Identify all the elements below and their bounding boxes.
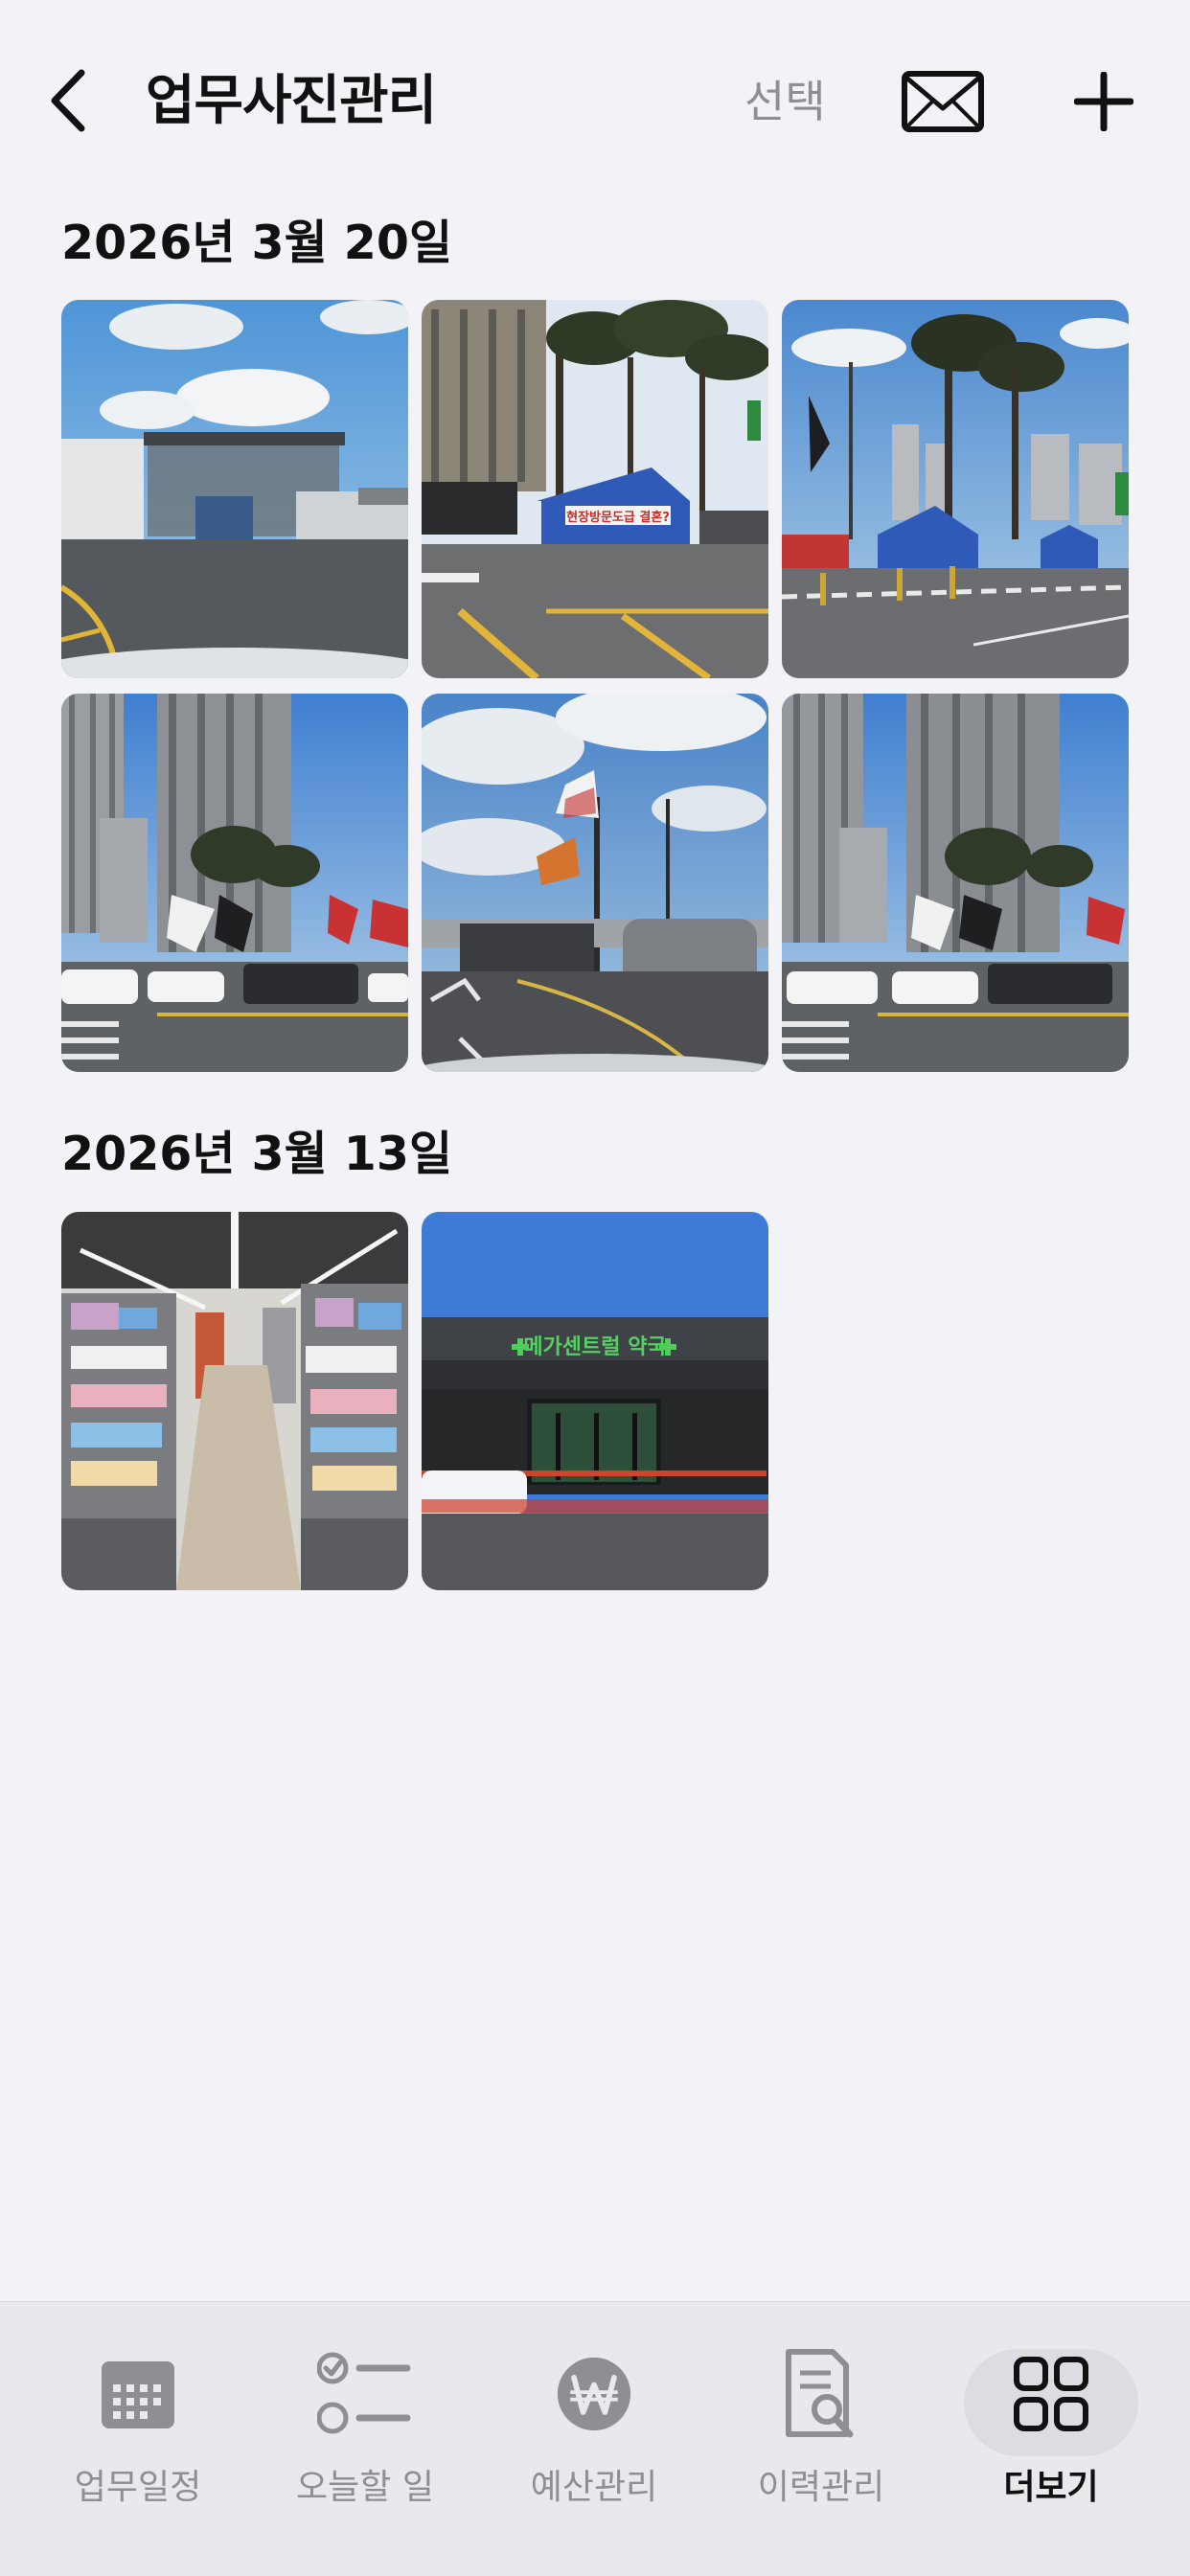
envelope-icon [902,71,984,132]
store-sign-text: 메가센트럴 약국 [523,1335,666,1359]
photo-thumbnail[interactable]: 메가센트럴 약국 [422,1212,768,1590]
checklist-icon [317,2351,413,2437]
won-coin-icon [556,2351,632,2437]
photo-thumbnail[interactable]: 현장방문도급 결혼? [422,300,768,678]
tab-label: 업무일정 [74,2468,202,2507]
document-search-icon [783,2349,859,2438]
photo-thumbnail[interactable] [61,694,408,1072]
tab-more[interactable]: 더보기 [932,2301,1170,2575]
tab-today-tasks[interactable]: 오늘할 일 [246,2301,484,2575]
select-button[interactable]: 선택 [744,71,826,132]
section-date-header: 2026년 3월 20일 [61,216,453,270]
calendar-icon [100,2351,176,2437]
chevron-left-icon [51,69,85,132]
tab-label: 이력관리 [757,2468,885,2507]
page-title: 업무사진관리 [146,70,437,132]
banner-text: 현장방문도급 결혼? [566,510,670,525]
tab-label: 오늘할 일 [296,2468,434,2507]
photo-thumbnail[interactable] [422,694,768,1072]
photo-thumbnail[interactable] [61,1212,408,1590]
tab-history[interactable]: 이력관리 [702,2301,940,2575]
photo-thumbnail[interactable] [782,300,1129,678]
top-navigation-bar: 업무사진관리 선택 [0,0,1190,206]
add-button[interactable] [1071,69,1136,134]
tab-label: 더보기 [1003,2468,1099,2507]
mail-button[interactable] [901,69,985,134]
section-date-header: 2026년 3월 13일 [61,1127,453,1181]
photo-thumbnail[interactable] [61,300,408,678]
plus-icon [1074,72,1133,131]
back-button[interactable] [44,67,92,134]
grid-icon [1013,2351,1089,2437]
tab-work-schedule[interactable]: 업무일정 [19,2301,257,2575]
tab-label: 예산관리 [530,2468,658,2507]
photo-thumbnail[interactable] [782,694,1129,1072]
tab-budget[interactable]: 예산관리 [475,2301,713,2575]
